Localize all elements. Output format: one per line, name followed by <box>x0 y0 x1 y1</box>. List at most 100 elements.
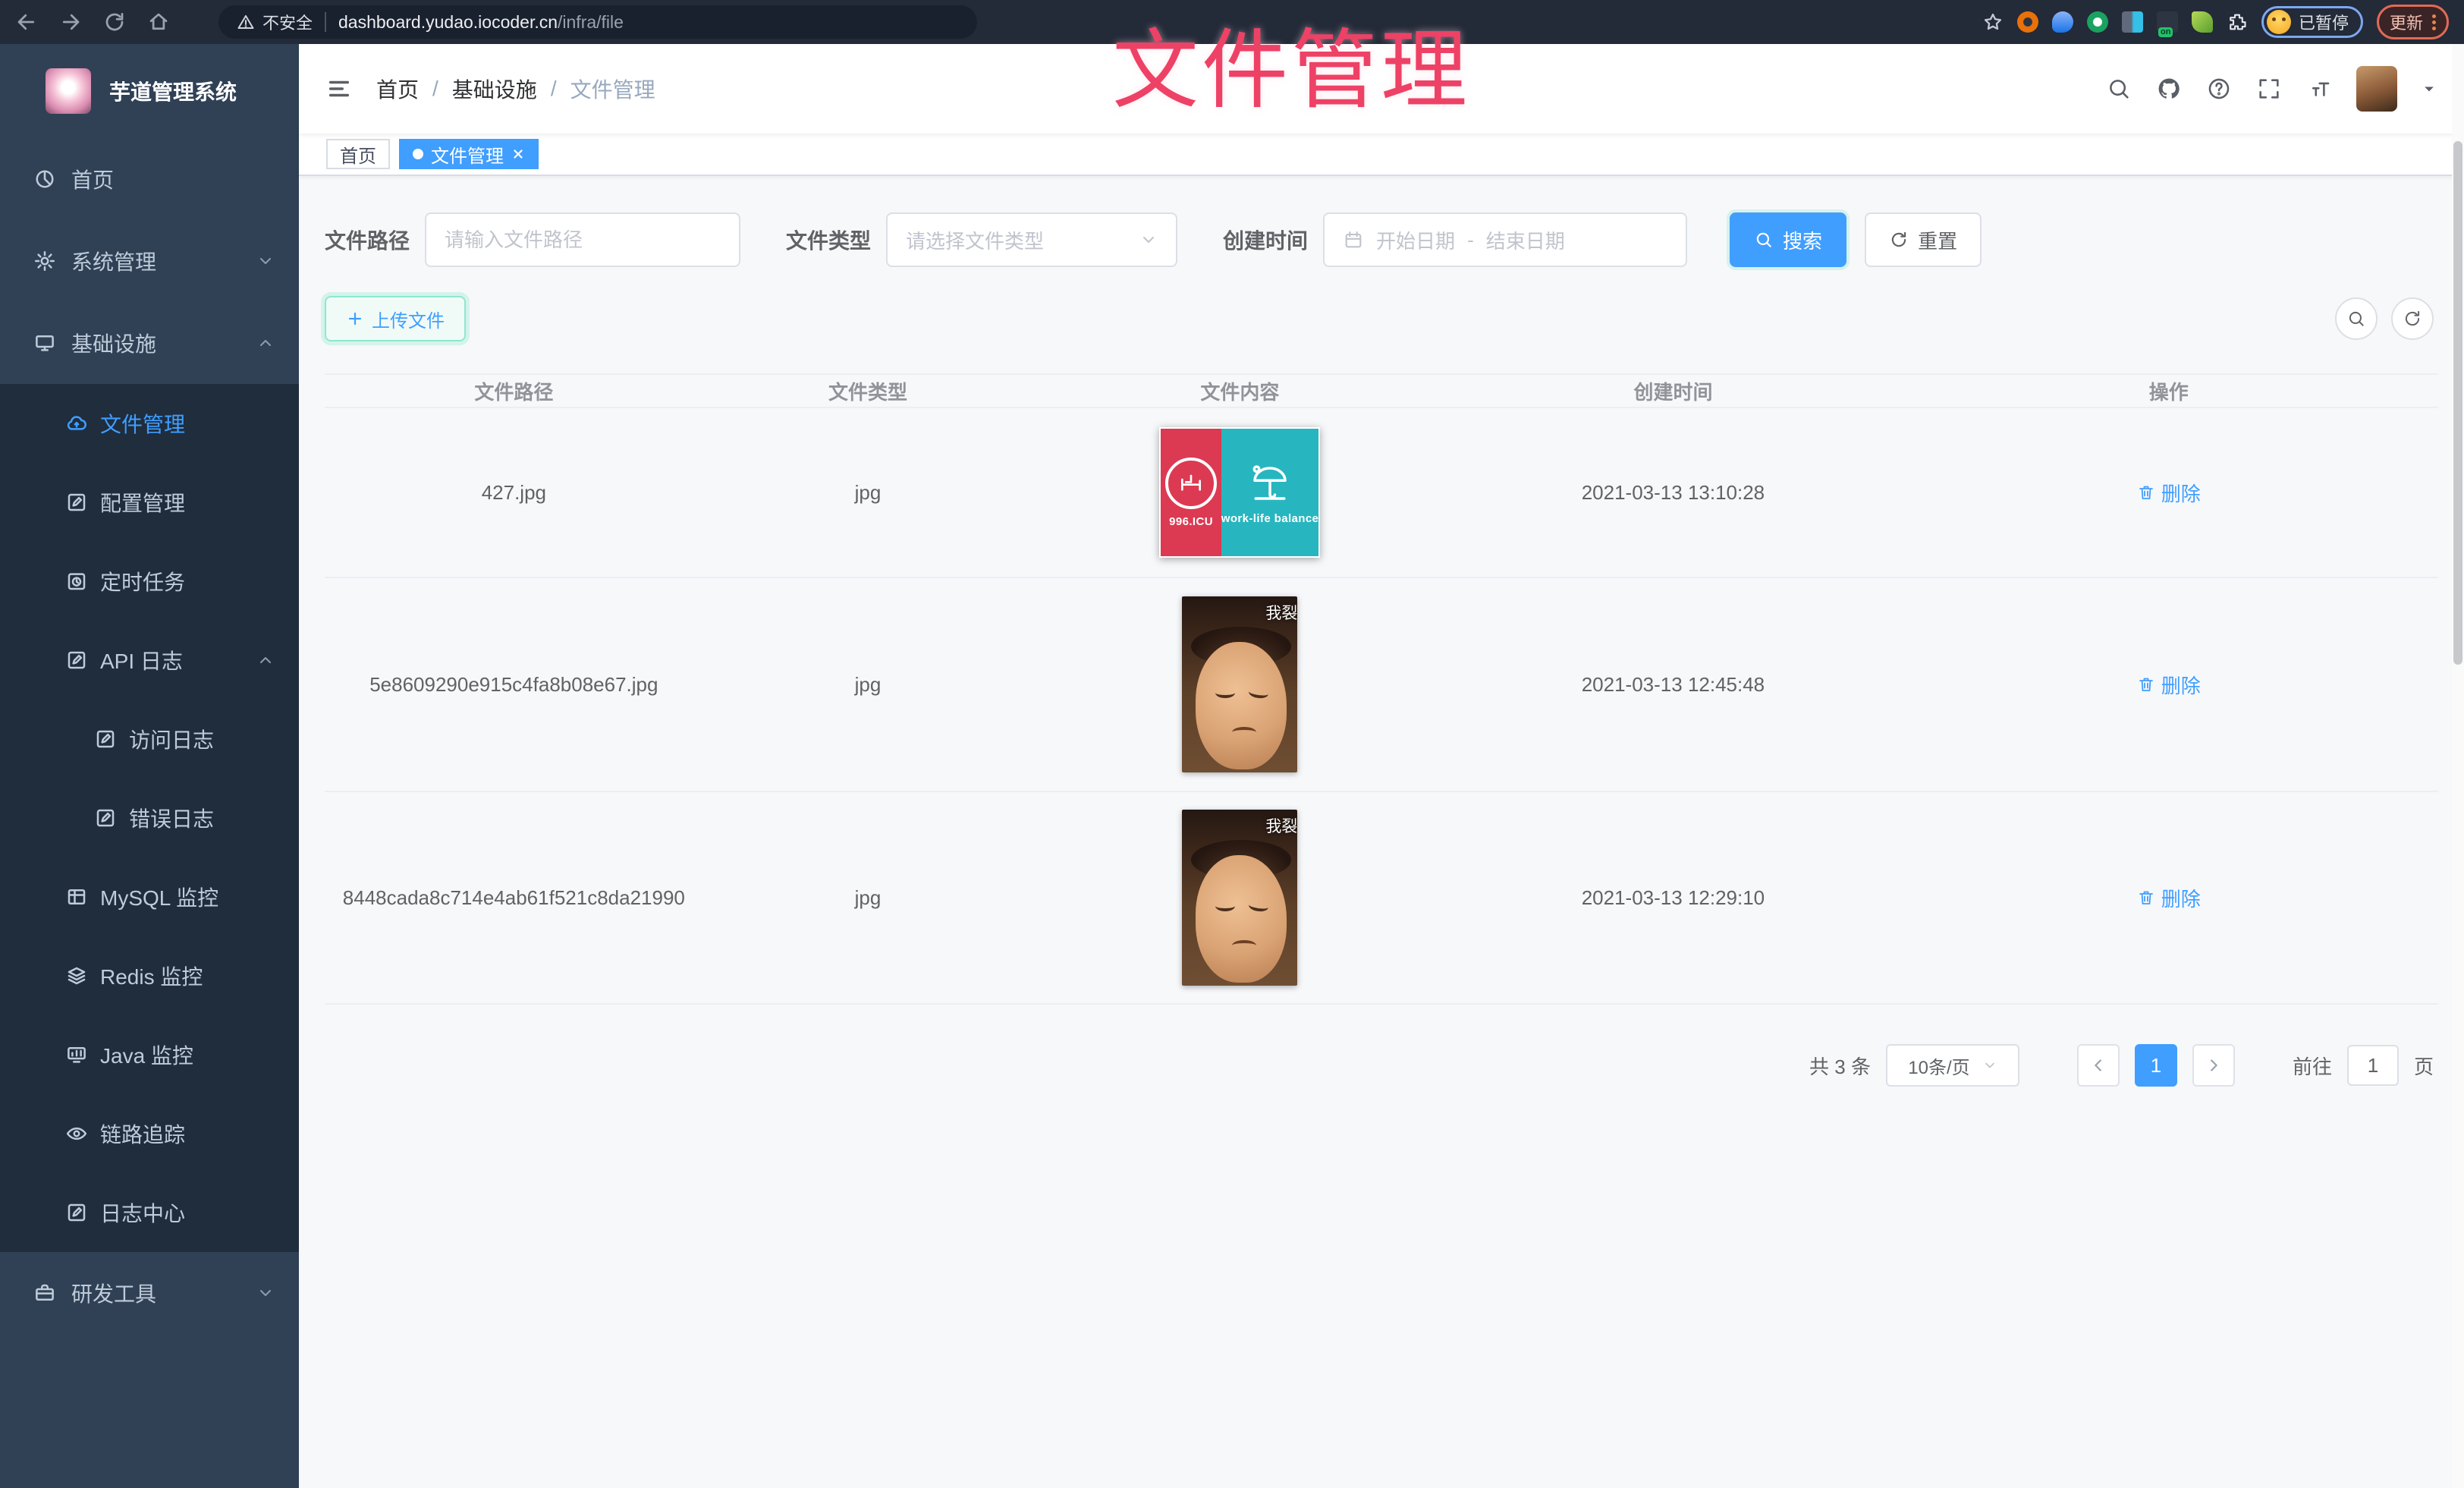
breadcrumb-item[interactable]: 基础设施 <box>452 74 537 104</box>
sidebar-item-mysql-monitor[interactable]: MySQL 监控 <box>0 857 299 936</box>
sidebar-item-file-manage[interactable]: 文件管理 <box>0 384 299 463</box>
extension-icon-switch[interactable]: on <box>2157 11 2178 33</box>
address-bar[interactable]: 不安全 dashboard.yudao.iocoder.cn/infra/fil… <box>218 5 977 39</box>
file-thumbnail-baby-meme[interactable]: 我裂开了 <box>1182 596 1297 772</box>
pagination-total: 共 3 条 <box>1809 1052 1871 1080</box>
url-host[interactable]: dashboard.yudao.iocoder.cn <box>338 12 558 33</box>
cell-file-path: 5e8609290e915c4fa8b08e67.jpg <box>325 673 703 697</box>
extension-icon-grid[interactable] <box>2122 11 2143 33</box>
extension-icon-orange[interactable] <box>2017 11 2038 33</box>
file-type-select[interactable]: 请选择文件类型 <box>886 212 1177 267</box>
sidebar-item-trace[interactable]: 链路追踪 <box>0 1094 299 1173</box>
browser-profile-chip[interactable]: 已暂停 <box>2261 6 2363 38</box>
fullscreen-icon[interactable] <box>2256 76 2282 102</box>
sidebar-item-infra[interactable]: 基础设施 <box>0 302 299 384</box>
refresh-icon <box>1889 230 1909 250</box>
back-icon[interactable] <box>15 11 38 33</box>
file-thumbnail-baby-meme[interactable]: 我裂开了 <box>1182 810 1297 986</box>
tab-file-manage[interactable]: 文件管理 <box>399 139 539 169</box>
navbar: 首页 / 基础设施 / 文件管理 <box>299 44 2464 134</box>
column-header: 操作 <box>1900 377 2438 405</box>
extension-icon-drop[interactable] <box>2052 11 2073 33</box>
date-range-picker[interactable]: 开始日期 - 结束日期 <box>1323 212 1687 267</box>
column-header: 创建时间 <box>1447 377 1899 405</box>
forward-icon[interactable] <box>59 11 82 33</box>
delete-button[interactable]: 删除 <box>2137 479 2201 507</box>
bed-icon <box>1165 458 1217 509</box>
delete-button[interactable]: 删除 <box>2137 671 2201 699</box>
help-icon[interactable] <box>2206 76 2232 102</box>
app-logo-row[interactable]: 芋道管理系统 <box>0 44 299 138</box>
sidebar-item-label: MySQL 监控 <box>100 882 218 912</box>
security-label[interactable]: 不安全 <box>262 10 313 34</box>
page-scrollbar[interactable] <box>2452 44 2464 1488</box>
search-icon <box>2346 309 2366 329</box>
sidebar-item-log-center[interactable]: 日志中心 <box>0 1173 299 1252</box>
delete-button[interactable]: 删除 <box>2137 884 2201 912</box>
upload-button-label: 上传文件 <box>372 306 445 332</box>
sidebar-item-label: 文件管理 <box>100 408 185 439</box>
prev-page-button[interactable] <box>2077 1044 2120 1087</box>
delete-label: 删除 <box>2161 671 2201 699</box>
sidebar-item-redis-monitor[interactable]: Redis 监控 <box>0 936 299 1015</box>
sidebar-item-java-monitor[interactable]: Java 监控 <box>0 1015 299 1094</box>
extension-icon-green-check[interactable] <box>2087 11 2108 33</box>
user-caret-down-icon[interactable] <box>2422 81 2437 96</box>
log-edit-icon <box>65 649 88 672</box>
sidebar-item-home[interactable]: 首页 <box>0 138 299 220</box>
tab-home[interactable]: 首页 <box>326 139 390 169</box>
sidebar-item-label: API 日志 <box>100 645 183 675</box>
sidebar-item-label: 链路追踪 <box>100 1118 185 1149</box>
sidebar-item-system[interactable]: 系统管理 <box>0 220 299 302</box>
refresh-icon <box>2403 309 2422 329</box>
file-thumbnail-996-banner[interactable]: 996.ICU work-life balance <box>1159 427 1320 558</box>
chevron-down-icon <box>1139 231 1158 249</box>
page-number-current[interactable]: 1 <box>2135 1044 2177 1087</box>
sidebar-item-label: 配置管理 <box>100 487 185 517</box>
date-end-placeholder[interactable]: 结束日期 <box>1486 226 1565 254</box>
reset-button[interactable]: 重置 <box>1865 212 1982 267</box>
search-icon[interactable] <box>2106 76 2132 102</box>
extension-icon-leaf[interactable] <box>2192 11 2213 33</box>
github-icon[interactable] <box>2156 76 2182 102</box>
tab-label: 首页 <box>340 141 376 168</box>
breadcrumb-separator: / <box>432 77 438 101</box>
reload-icon[interactable] <box>103 11 126 33</box>
chrome-update-button[interactable]: 更新 <box>2377 5 2449 39</box>
bookmark-star-icon[interactable] <box>1982 11 2004 33</box>
chevron-down-icon <box>1982 1058 1997 1073</box>
app-title: 芋道管理系统 <box>109 76 237 106</box>
refresh-table-button[interactable] <box>2391 297 2434 340</box>
chevron-down-icon <box>256 1284 275 1302</box>
sidebar-item-api-log[interactable]: API 日志 <box>0 621 299 700</box>
breadcrumb-item[interactable]: 首页 <box>376 74 419 104</box>
user-avatar[interactable] <box>2356 66 2397 112</box>
calendar-icon <box>1343 229 1364 250</box>
page-size-select[interactable]: 10条/页 <box>1886 1044 2019 1087</box>
sidebar-item-scheduled-jobs[interactable]: 定时任务 <box>0 542 299 621</box>
banner-right-text: work-life balance <box>1221 512 1319 525</box>
sidebar-item-access-log[interactable]: 访问日志 <box>0 700 299 779</box>
goto-page-input[interactable] <box>2347 1045 2399 1086</box>
sidebar-item-dev-tools[interactable]: 研发工具 <box>0 1252 299 1334</box>
file-path-input[interactable] <box>445 228 721 252</box>
browser-menu-kebab-icon[interactable] <box>2432 14 2436 30</box>
font-size-icon[interactable] <box>2306 76 2332 102</box>
file-type-label: 文件类型 <box>786 225 871 255</box>
home-icon[interactable] <box>147 11 170 33</box>
upload-file-button[interactable]: 上传文件 <box>325 296 466 341</box>
table-row: 5e8609290e915c4fa8b08e67.jpg jpg 我裂开了 <box>325 578 2438 792</box>
date-start-placeholder[interactable]: 开始日期 <box>1376 226 1455 254</box>
page-content: 文件路径 文件类型 请选择文件类型 创建时间 开始日期 - 结束日期 <box>299 176 2464 1488</box>
sidebar-item-config-manage[interactable]: 配置管理 <box>0 463 299 542</box>
sidebar-item-error-log[interactable]: 错误日志 <box>0 779 299 857</box>
extensions-puzzle-icon[interactable] <box>2227 11 2248 33</box>
update-label: 更新 <box>2390 10 2423 34</box>
toggle-search-button[interactable] <box>2335 297 2378 340</box>
scrollbar-thumb[interactable] <box>2453 141 2462 665</box>
url-path[interactable]: /infra/file <box>558 12 624 33</box>
tab-close-icon[interactable] <box>511 147 525 161</box>
search-button[interactable]: 搜索 <box>1730 212 1846 267</box>
next-page-button[interactable] <box>2192 1044 2235 1087</box>
hamburger-icon[interactable] <box>326 76 352 102</box>
